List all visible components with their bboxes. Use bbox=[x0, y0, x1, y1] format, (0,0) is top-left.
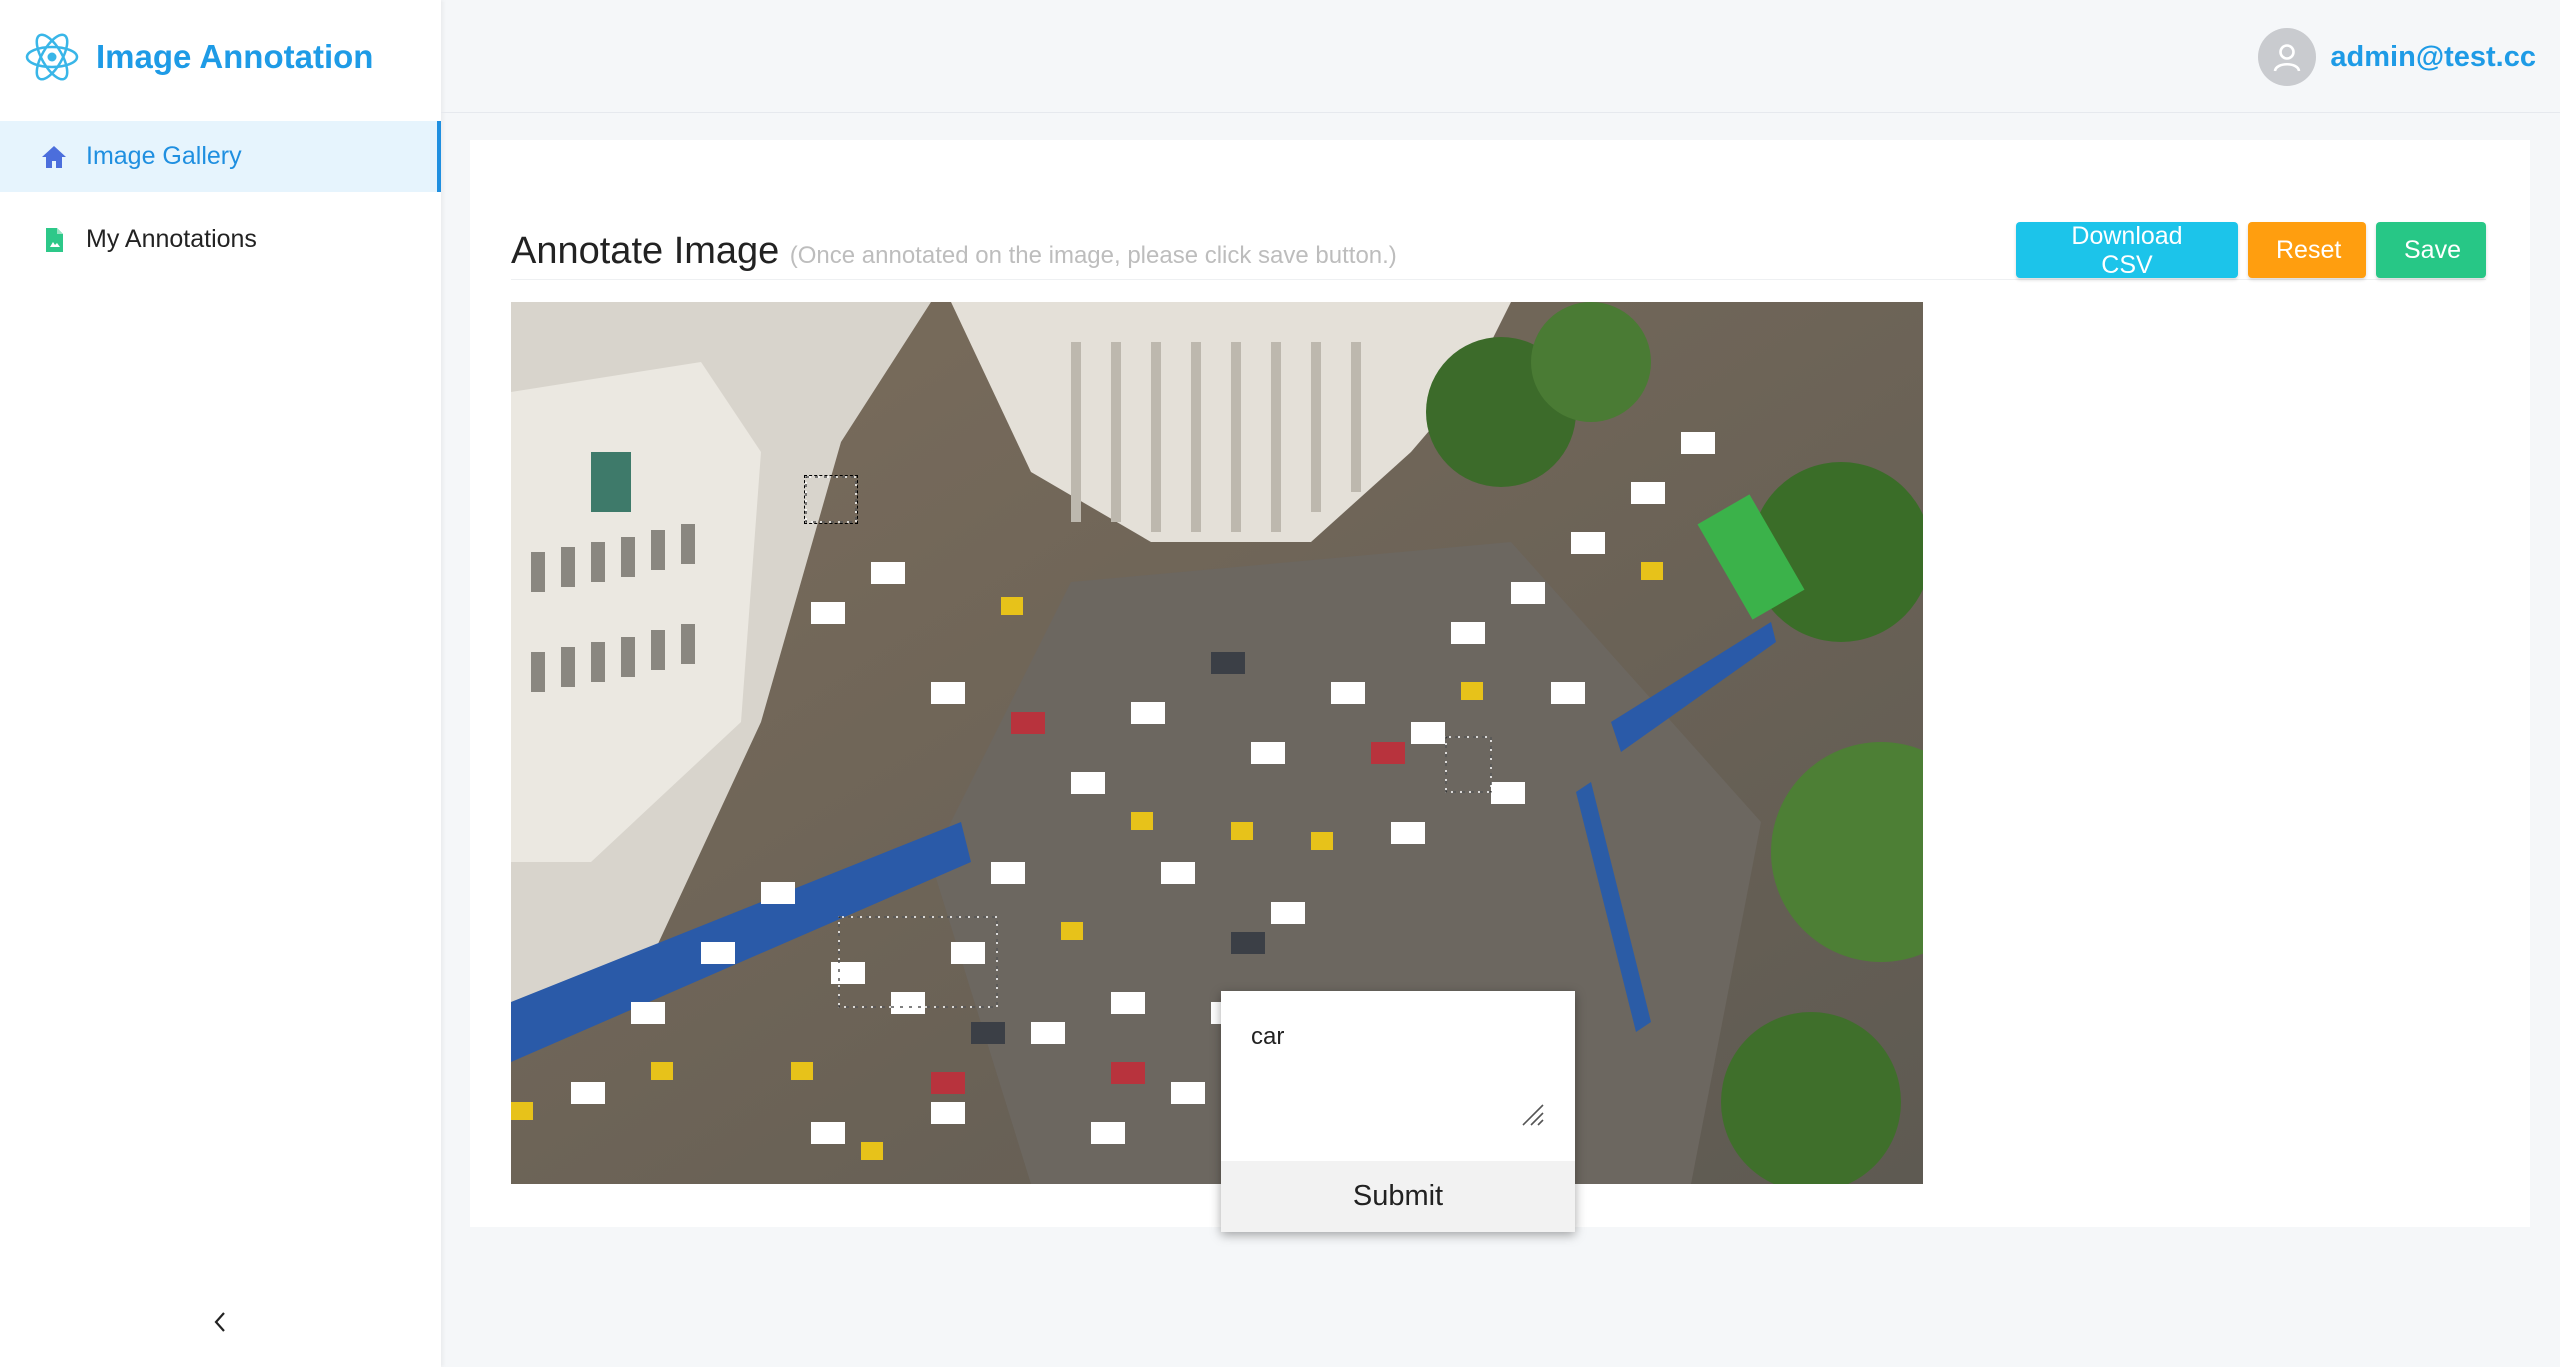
user-icon bbox=[2274, 44, 2301, 72]
user-menu[interactable]: admin@test.cc bbox=[2258, 28, 2536, 86]
annotation-label-input[interactable]: car bbox=[1221, 991, 1575, 1161]
download-csv-button[interactable]: Download CSV bbox=[2016, 222, 2238, 279]
sidebar-item-label: My Annotations bbox=[86, 225, 257, 253]
chevron-left-icon bbox=[214, 1312, 225, 1332]
resize-grip-icon[interactable] bbox=[1519, 1101, 1545, 1127]
sidebar-nav: Image Gallery My Annotations bbox=[0, 121, 441, 287]
home-icon bbox=[42, 145, 66, 168]
sidebar-item-label: Image Gallery bbox=[86, 142, 242, 170]
sidebar-item-my-annotations[interactable]: My Annotations bbox=[0, 204, 441, 275]
sidebar-item-image-gallery[interactable]: Image Gallery bbox=[0, 121, 441, 192]
top-header: admin@test.cc bbox=[441, 0, 2560, 113]
reset-button[interactable]: Reset bbox=[2248, 222, 2366, 278]
react-logo-icon bbox=[25, 33, 79, 80]
page-subtitle: (Once annotated on the image, please cli… bbox=[789, 242, 1397, 269]
app-title: Image Annotation bbox=[96, 37, 374, 75]
annotation-popup: car Submit bbox=[1221, 991, 1575, 1232]
document-icon bbox=[46, 227, 63, 252]
save-button[interactable]: Save bbox=[2376, 222, 2486, 278]
sidebar: Image Annotation Image Gallery My Annota… bbox=[0, 0, 441, 1367]
submit-button[interactable]: Submit bbox=[1221, 1161, 1575, 1232]
annotation-image[interactable] bbox=[511, 302, 1923, 1184]
street-scene-photo bbox=[511, 302, 1923, 1184]
avatar[interactable] bbox=[2258, 28, 2317, 86]
brand: Image Annotation bbox=[0, 0, 441, 113]
title-wrap: Annotate Image (Once annotated on the im… bbox=[511, 230, 1397, 273]
toolbar: Download CSV Reset Save bbox=[2016, 222, 2486, 279]
page-title: Annotate Image bbox=[511, 230, 780, 272]
user-email[interactable]: admin@test.cc bbox=[2330, 41, 2536, 74]
sidebar-collapse-button[interactable] bbox=[200, 1302, 240, 1342]
card-header: Annotate Image (Once annotated on the im… bbox=[511, 180, 2486, 280]
